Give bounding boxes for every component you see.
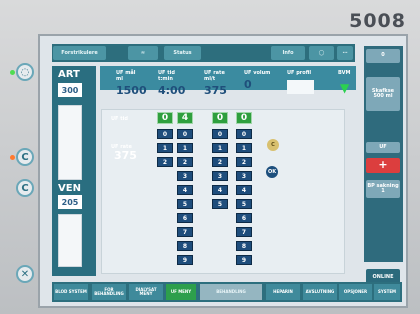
bottom-btn-uf[interactable]: UF MENY: [166, 284, 196, 300]
col4-8[interactable]: 8: [236, 241, 252, 251]
col3-2[interactable]: 2: [212, 157, 228, 167]
col3-3[interactable]: 3: [212, 171, 228, 181]
clamp-icon-2[interactable]: C: [16, 179, 34, 197]
mute-icon[interactable]: ✕: [16, 265, 34, 283]
col4-1[interactable]: 1: [236, 143, 252, 153]
col2-2[interactable]: 2: [177, 157, 193, 167]
art-scale: [58, 105, 82, 180]
col1-1[interactable]: 1: [157, 143, 173, 153]
col3-5[interactable]: 5: [212, 199, 228, 209]
col4-0[interactable]: 0: [236, 129, 252, 139]
uf-profile-graph: [287, 80, 314, 94]
bottom-btn-system[interactable]: SYSTEM: [374, 284, 400, 300]
uf-rate-field: UF rate ml/t 375: [204, 70, 227, 97]
col2-1[interactable]: 1: [177, 143, 193, 153]
bvm-icon: ▼: [340, 81, 350, 95]
top-digit-3[interactable]: 0: [212, 112, 228, 124]
col2-0[interactable]: 0: [177, 129, 193, 139]
art-value: 300: [58, 83, 82, 97]
orange-led-1: [10, 155, 15, 160]
uf-mal-field: UF mål ml 1500: [116, 70, 147, 97]
uf-tid-field: UF tid t:min 4:00: [158, 70, 186, 97]
col3-1[interactable]: 1: [212, 143, 228, 153]
ven-scale: [58, 214, 82, 267]
green-led-1: [10, 70, 15, 75]
right-top-zero[interactable]: 0: [366, 49, 400, 63]
plus-button[interactable]: +: [366, 158, 400, 173]
bottom-btn-opsjoner[interactable]: OPSJONER: [339, 284, 372, 300]
col4-5[interactable]: 5: [236, 199, 252, 209]
ven-value: 205: [58, 195, 82, 209]
arterial-knob-icon[interactable]: ◌: [16, 63, 34, 81]
uf-volum-field: UF volum 0: [244, 70, 271, 91]
bottom-btn-avslutning[interactable]: AVSLUTNING: [303, 284, 337, 300]
col4-2[interactable]: 2: [236, 157, 252, 167]
col2-7[interactable]: 7: [177, 227, 193, 237]
col4-9[interactable]: 9: [236, 255, 252, 265]
col4-4[interactable]: 4: [236, 185, 252, 195]
menu-icon[interactable]: ⋯: [337, 46, 353, 60]
bottom-btn-heparin[interactable]: HEPARIN: [266, 284, 300, 300]
col2-4[interactable]: 4: [177, 185, 193, 195]
uf-side-button[interactable]: UF: [366, 142, 400, 153]
ok-button[interactable]: OK: [266, 166, 278, 178]
art-label: ART: [58, 69, 80, 80]
col2-5[interactable]: 5: [177, 199, 193, 209]
bottom-btn-blod[interactable]: BLOD SYSTEM: [54, 284, 88, 300]
col4-3[interactable]: 3: [236, 171, 252, 181]
c-button[interactable]: C: [267, 139, 279, 151]
clamp-icon-1[interactable]: C: [16, 148, 34, 166]
col3-4[interactable]: 4: [212, 185, 228, 195]
col2-9[interactable]: 9: [177, 255, 193, 265]
drop-icon[interactable]: ◯: [309, 46, 334, 60]
bottom-btn-dialysat[interactable]: DIALYSAT MENY: [129, 284, 163, 300]
shuffle-button[interactable]: Skafkse 500 ml: [366, 77, 400, 111]
info-button[interactable]: Info: [271, 46, 305, 60]
col2-6[interactable]: 6: [177, 213, 193, 223]
col2-8[interactable]: 8: [177, 241, 193, 251]
bottom-btn-behandling[interactable]: BEHANDLING: [200, 284, 262, 300]
bp-button[interactable]: BP sakning 1: [366, 180, 400, 198]
brand-label: 5008: [349, 10, 406, 32]
col1-0[interactable]: 0: [157, 129, 173, 139]
selector-uf-tid-label: UF tid: [111, 116, 128, 122]
top-digit-1[interactable]: 0: [157, 112, 173, 124]
forstrikulere-button[interactable]: Forstrikulere: [53, 46, 106, 60]
col4-6[interactable]: 6: [236, 213, 252, 223]
bottom-btn-for-behandling[interactable]: FOR BEHANDLING: [92, 284, 126, 300]
wave-icon[interactable]: ≈: [128, 46, 158, 60]
top-digit-4[interactable]: 0: [236, 112, 252, 124]
col2-3[interactable]: 3: [177, 171, 193, 181]
col3-0[interactable]: 0: [212, 129, 228, 139]
status-button[interactable]: Status: [164, 46, 201, 60]
selector-uf-rate-value: 375: [114, 149, 137, 162]
col1-2[interactable]: 2: [157, 157, 173, 167]
col4-7[interactable]: 7: [236, 227, 252, 237]
ven-label: VEN: [58, 183, 81, 194]
top-digit-2[interactable]: 4: [177, 112, 193, 124]
